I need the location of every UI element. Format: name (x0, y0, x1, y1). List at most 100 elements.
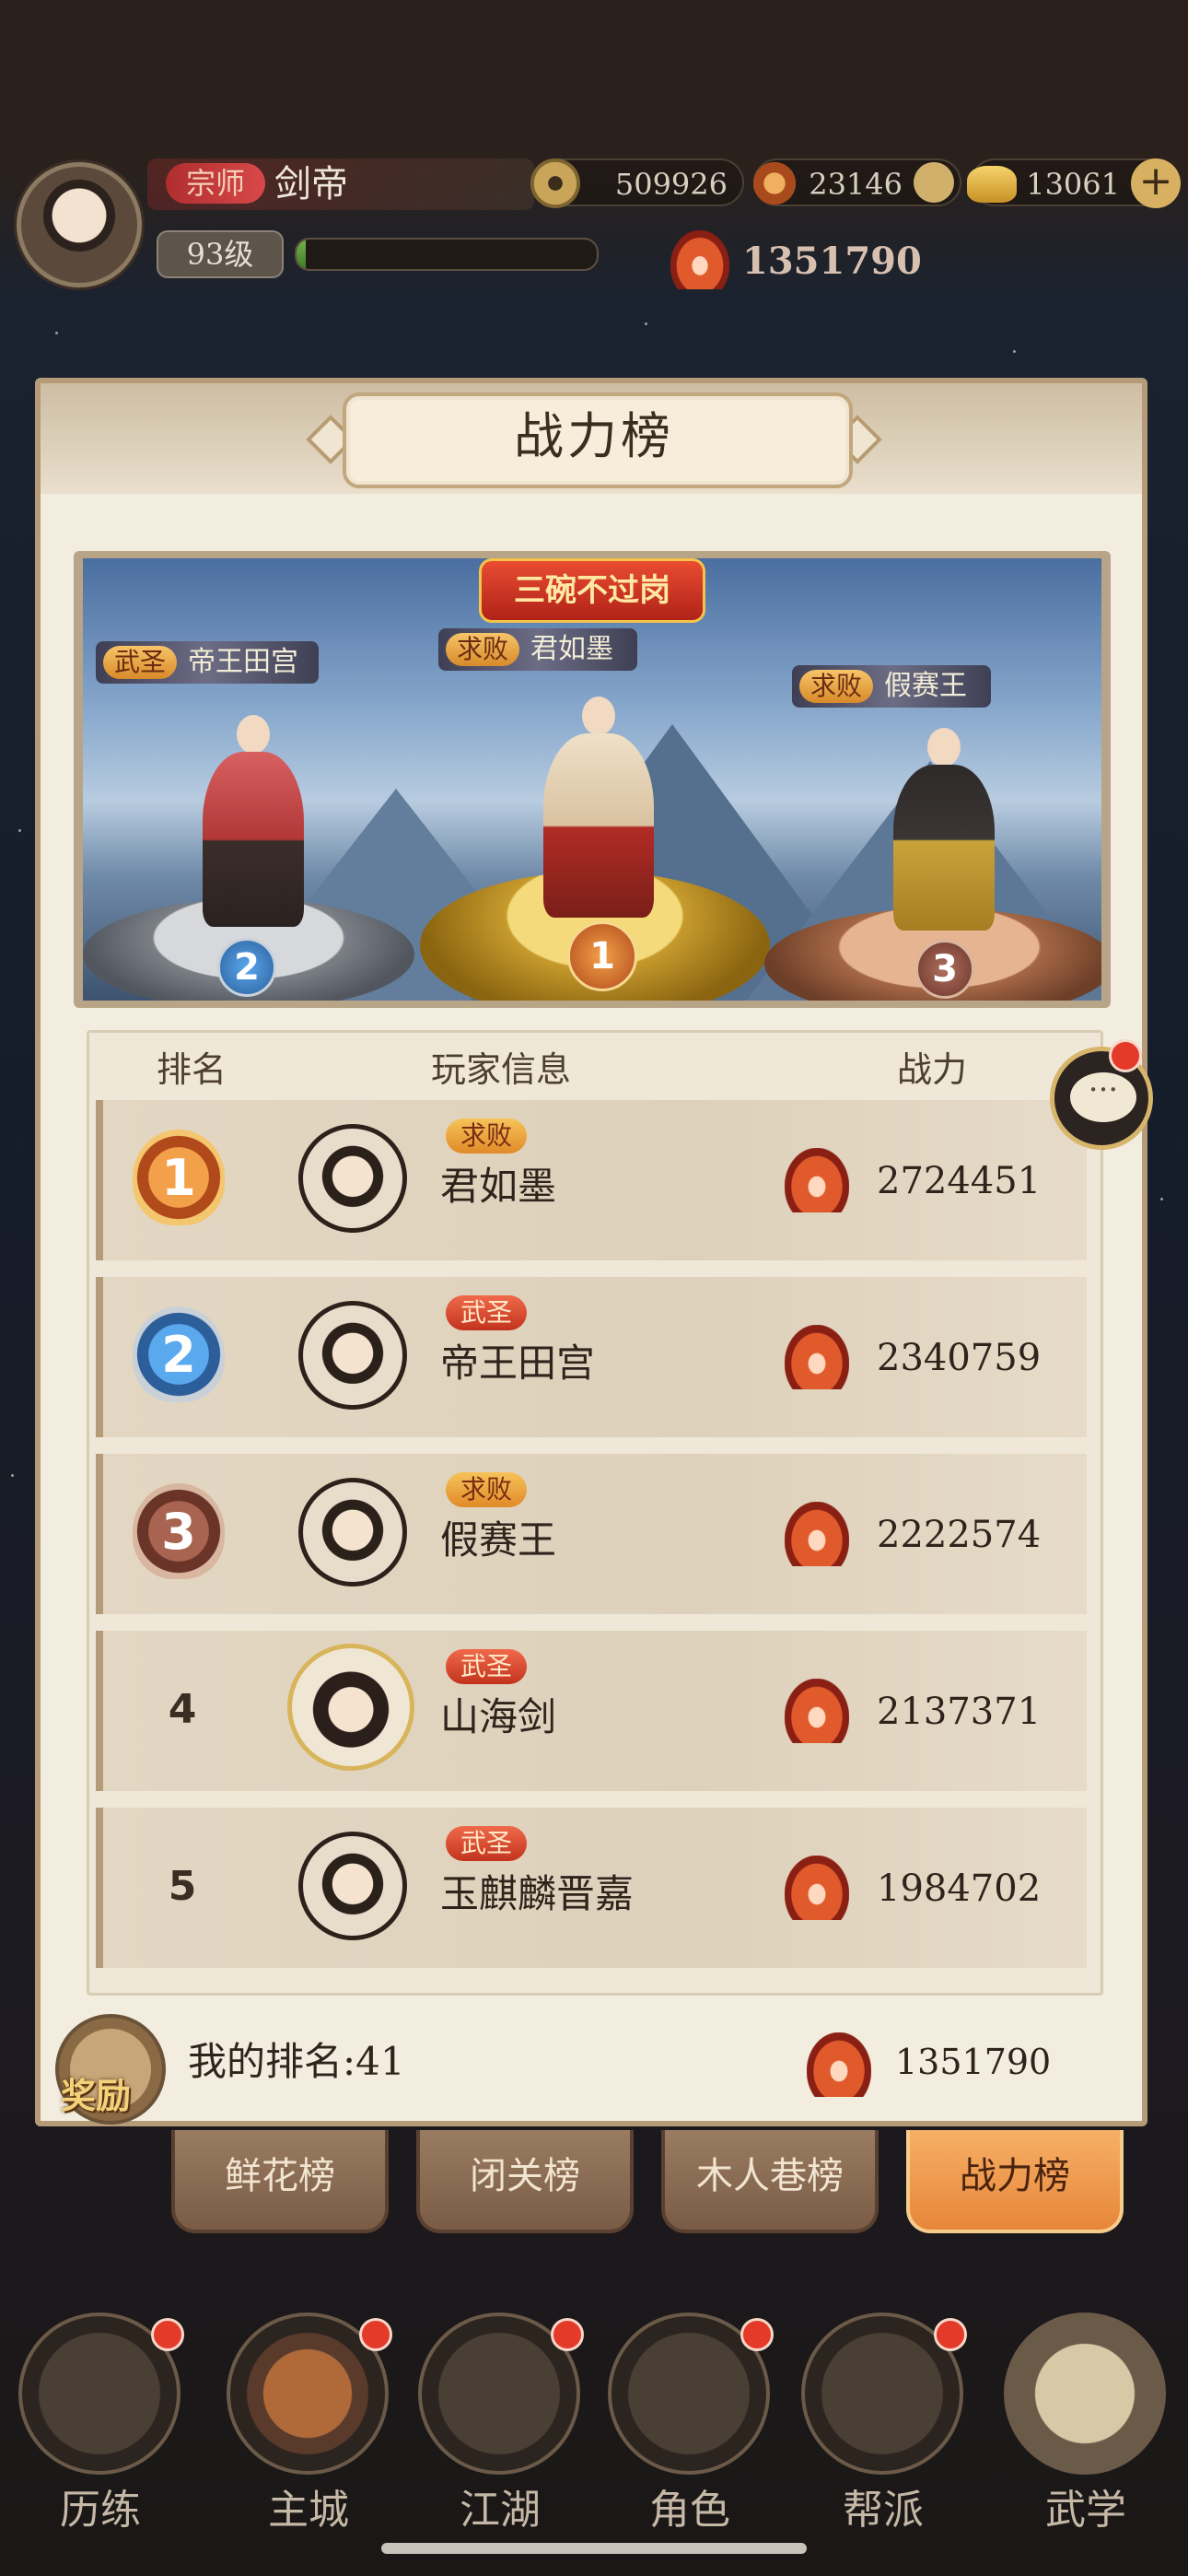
character-head (237, 715, 270, 754)
total-power: 1351790 (742, 240, 922, 283)
character-robe (893, 765, 995, 931)
second-place-character[interactable] (203, 715, 304, 927)
player-title-badge: 武圣 (446, 1826, 528, 1861)
rank-number: 4 (168, 1686, 197, 1733)
jade-counter[interactable]: 23146 (750, 158, 961, 208)
player-name: 帝王田宫 (440, 1341, 596, 1386)
gold-value: 13061 (1026, 167, 1120, 202)
table-row[interactable]: 2 武圣 帝王田宫 2340759 (96, 1277, 1087, 1437)
notification-dot (359, 2318, 392, 2351)
jade-icon (750, 158, 799, 208)
player-name: 君如墨 (440, 1164, 557, 1209)
notification-dot (740, 2318, 774, 2351)
home-indicator[interactable] (381, 2543, 807, 2554)
player-power: 2724451 (877, 1160, 1042, 1202)
rank-number: 3 (133, 1483, 225, 1579)
tab-power-ranking[interactable]: 战力榜 (906, 2130, 1124, 2233)
my-power: 1351790 (895, 2042, 1052, 2082)
podium-number-3: 3 (915, 940, 974, 999)
power-icon (785, 1502, 849, 1566)
nav-label: 主城 (268, 2487, 349, 2534)
gold-ingot-icon (967, 166, 1017, 203)
first-place-character[interactable] (543, 697, 654, 918)
gold-medal-icon: 1 (133, 1130, 225, 1225)
player-power: 2137371 (877, 1691, 1042, 1733)
rank-title-badge: 宗师 (166, 163, 265, 204)
silver-medal-icon: 2 (133, 1306, 225, 1402)
player-name: 剑帝 (274, 163, 348, 205)
table-row[interactable]: 5 武圣 玉麒麟晋嘉 1984702 (96, 1808, 1087, 1968)
header-power: 战力 (897, 1049, 968, 1090)
second-place-name: 帝王田宫 (188, 646, 299, 678)
player-power: 2222574 (877, 1514, 1042, 1556)
character-robe (203, 752, 304, 927)
notification-dot (151, 2318, 184, 2351)
power-icon (670, 230, 729, 289)
nav-martial-arts[interactable]: 武学 (998, 2313, 1173, 2543)
avatar[interactable] (287, 1644, 414, 1771)
table-row[interactable]: 4 武圣 山海剑 2137371 (96, 1631, 1087, 1791)
tab-flower-ranking[interactable]: 鲜花榜 (171, 2130, 389, 2233)
podium-banner-badge: 三碗不过岗 (479, 558, 705, 623)
gold-counter[interactable]: 13061 + (967, 158, 1181, 208)
nav-main-city[interactable]: 主城 (221, 2313, 396, 2543)
second-place-title: 武圣 (103, 646, 178, 679)
notification-dot (551, 2318, 584, 2351)
power-icon (785, 1679, 849, 1743)
exp-bar (295, 238, 599, 271)
nav-character[interactable]: 角色 (602, 2313, 777, 2543)
character-head (582, 697, 615, 735)
player-power: 2340759 (877, 1337, 1042, 1379)
rank-number: 1 (133, 1130, 225, 1225)
player-name: 假赛王 (440, 1517, 557, 1563)
nav-label: 历练 (60, 2487, 141, 2534)
first-place-nameplate: 求败 君如墨 (438, 628, 638, 671)
bronze-medal-icon: 3 (133, 1483, 225, 1579)
my-rank: 我的排名:41 (188, 2039, 405, 2084)
player-title-badge: 武圣 (446, 1295, 528, 1330)
coin-counter[interactable]: 509926 (530, 158, 744, 208)
tab-seclusion-ranking[interactable]: 闭关榜 (416, 2130, 634, 2233)
avatar[interactable] (298, 1301, 407, 1410)
power-icon (785, 1148, 849, 1212)
player-title-badge: 武圣 (446, 1649, 528, 1684)
third-place-title: 求败 (799, 670, 874, 703)
coin-value: 509926 (614, 167, 728, 202)
first-place-title: 求败 (446, 633, 520, 666)
nav-jianghu[interactable]: 江湖 (413, 2313, 588, 2543)
third-place-name: 假赛王 (884, 670, 968, 702)
character-head (927, 728, 961, 767)
nav-label: 帮派 (843, 2487, 924, 2534)
notification-dot (1109, 1039, 1142, 1072)
first-place-name: 君如墨 (530, 633, 614, 665)
header-player-info: 玩家信息 (431, 1049, 572, 1090)
chat-bubble-icon: ··· (1070, 1072, 1136, 1122)
avatar[interactable] (298, 1124, 407, 1233)
tab-wooden-lane-ranking[interactable]: 木人巷榜 (661, 2130, 879, 2233)
reward-label[interactable]: 奖励 (61, 2067, 131, 2118)
power-icon (785, 1325, 849, 1389)
table-row[interactable]: 1 求败 君如墨 2724451 (96, 1100, 1087, 1260)
podium-scene: 武圣 帝王田宫 求败 君如墨 求败 假赛王 2 1 3 (83, 558, 1101, 1001)
character-robe (543, 733, 654, 918)
player-avatar[interactable] (17, 162, 142, 287)
nav-label: 江湖 (460, 2487, 541, 2534)
third-place-character[interactable] (893, 728, 995, 931)
avatar[interactable] (298, 1478, 407, 1587)
player-title-badge: 求败 (446, 1472, 528, 1507)
player-name: 山海剑 (440, 1694, 557, 1739)
avatar[interactable] (298, 1832, 407, 1940)
table-row[interactable]: 3 求败 假赛王 2222574 (96, 1454, 1087, 1614)
book-scroll-icon (1004, 2313, 1166, 2475)
rank-number: 5 (168, 1863, 197, 1910)
add-gold-button[interactable]: + (1131, 158, 1181, 208)
nav-guild[interactable]: 帮派 (796, 2313, 971, 2543)
nav-label: 角色 (649, 2487, 730, 2534)
ingot-exchange-icon[interactable] (914, 162, 954, 203)
power-icon (785, 1856, 849, 1920)
player-title-badge: 求败 (446, 1118, 528, 1153)
podium-number-1: 1 (567, 921, 637, 991)
header-rank: 排名 (157, 1049, 227, 1090)
nav-training[interactable]: 历练 (13, 2313, 188, 2543)
level-pill: 93级 (157, 230, 284, 278)
